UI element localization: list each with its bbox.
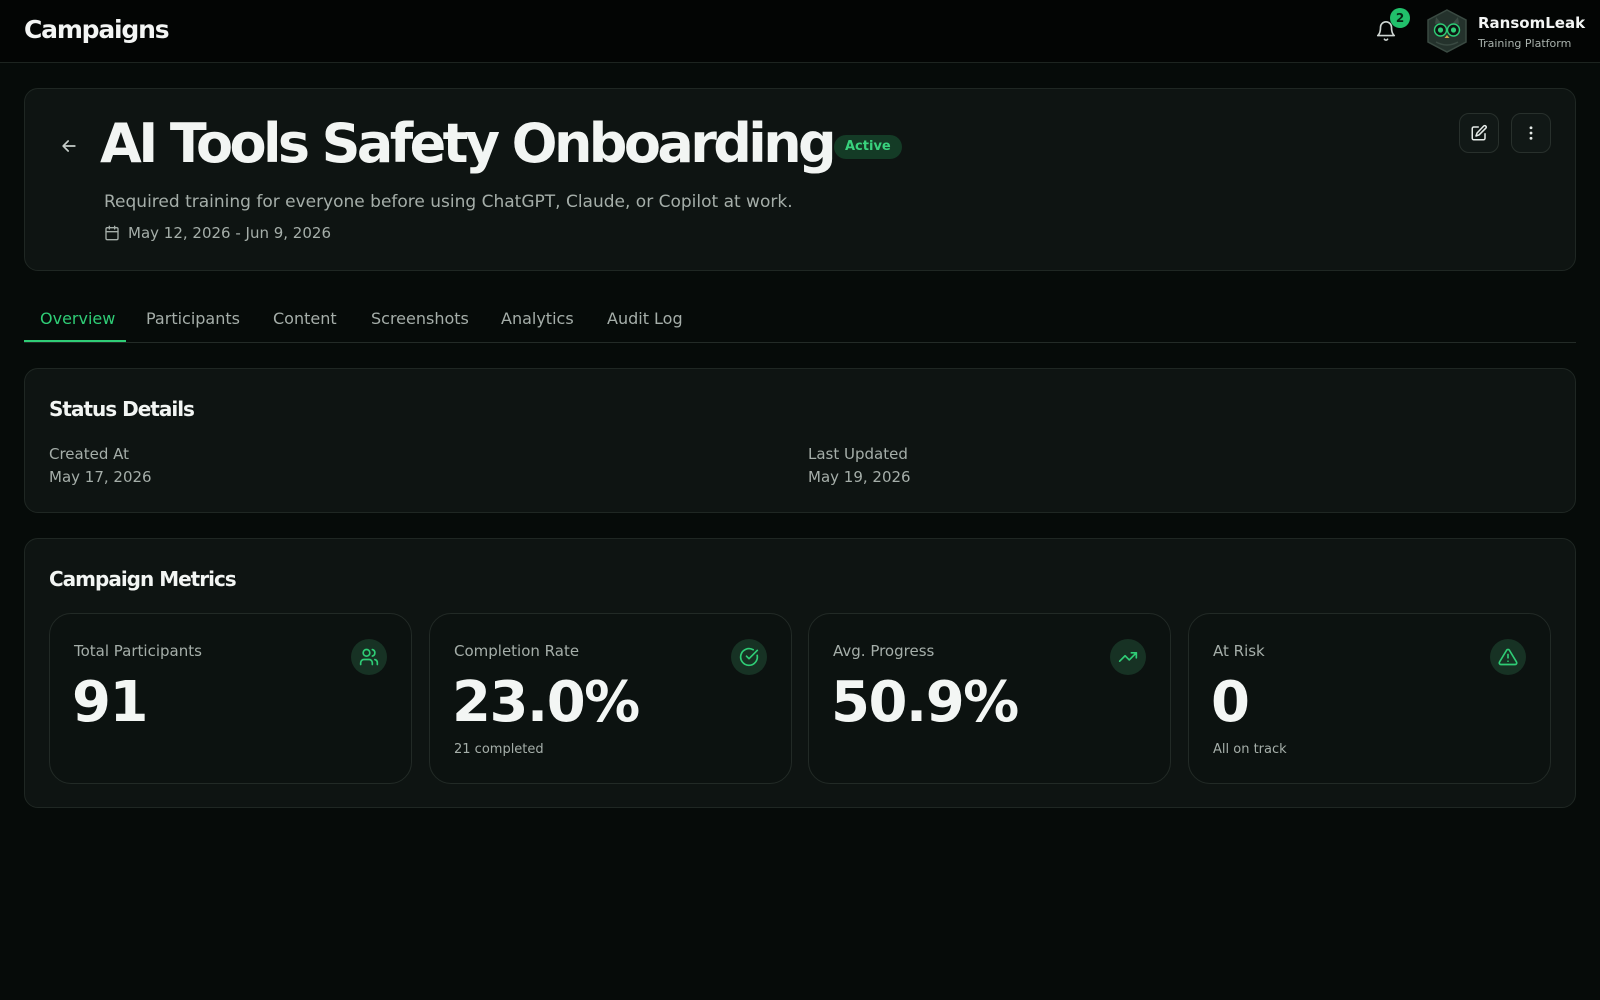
- more-options-button[interactable]: [1511, 113, 1551, 153]
- tab-screenshots[interactable]: Screenshots: [371, 298, 469, 343]
- tab-content[interactable]: Content: [273, 298, 337, 343]
- edit-icon: [1471, 124, 1487, 141]
- edit-button[interactable]: [1459, 113, 1499, 153]
- metric-note: All on track: [1213, 742, 1287, 757]
- active-tab-indicator: [24, 340, 126, 342]
- metric-label: At Risk: [1213, 642, 1265, 660]
- tab-analytics[interactable]: Analytics: [501, 298, 574, 343]
- tab-overview[interactable]: Overview: [40, 298, 115, 343]
- metric-value: 0: [1211, 670, 1250, 735]
- owl-logo-icon[interactable]: [1424, 8, 1470, 54]
- metric-value: 91: [72, 670, 148, 735]
- tab-audit-log[interactable]: Audit Log: [607, 298, 683, 343]
- metric-label: Avg. Progress: [833, 642, 935, 660]
- tab-participants[interactable]: Participants: [146, 298, 240, 343]
- trending-up-icon: [1110, 639, 1146, 675]
- users-icon: [351, 639, 387, 675]
- metric-total-participants: Total Participants 91: [49, 613, 412, 784]
- metric-avg-progress: Avg. Progress 50.9%: [808, 613, 1171, 784]
- created-at-value: May 17, 2026: [49, 468, 152, 486]
- brand-subtitle: Training Platform: [1478, 37, 1572, 50]
- page-title: Campaigns: [24, 15, 170, 44]
- metric-at-risk: At Risk 0 All on track: [1188, 613, 1551, 784]
- metric-label: Total Participants: [74, 642, 202, 660]
- brand-name: RansomLeak: [1478, 14, 1586, 32]
- campaign-title: AI Tools Safety Onboarding: [100, 112, 837, 175]
- tab-bar: Overview Participants Content Screenshot…: [24, 298, 1576, 343]
- check-circle-icon: [731, 639, 767, 675]
- metric-note: 21 completed: [454, 742, 544, 757]
- metric-completion-rate: Completion Rate 23.0% 21 completed: [429, 613, 792, 784]
- metric-label: Completion Rate: [454, 642, 580, 660]
- campaign-metrics-title: Campaign Metrics: [49, 567, 237, 591]
- back-arrow-icon[interactable]: [59, 136, 79, 156]
- notification-badge: 2: [1390, 8, 1410, 28]
- status-badge: Active: [834, 135, 902, 159]
- status-details-card: Status Details Created At May 17, 2026 L…: [24, 368, 1576, 513]
- calendar-icon: [105, 225, 119, 241]
- created-at-label: Created At: [49, 445, 130, 463]
- last-updated-label: Last Updated: [808, 445, 908, 463]
- alert-triangle-icon: [1490, 639, 1526, 675]
- campaign-date-range: May 12, 2026 - Jun 9, 2026: [104, 224, 331, 242]
- metric-value: 50.9%: [831, 670, 1019, 735]
- top-bar: Campaigns 2 RansomLeak Training Platform: [0, 0, 1600, 63]
- status-details-title: Status Details: [49, 397, 195, 421]
- metric-value: 23.0%: [452, 670, 640, 735]
- more-vertical-icon: [1529, 126, 1533, 140]
- last-updated-value: May 19, 2026: [808, 468, 911, 486]
- campaign-description: Required training for everyone before us…: [104, 192, 793, 212]
- date-range-text: May 12, 2026 - Jun 9, 2026: [128, 224, 331, 242]
